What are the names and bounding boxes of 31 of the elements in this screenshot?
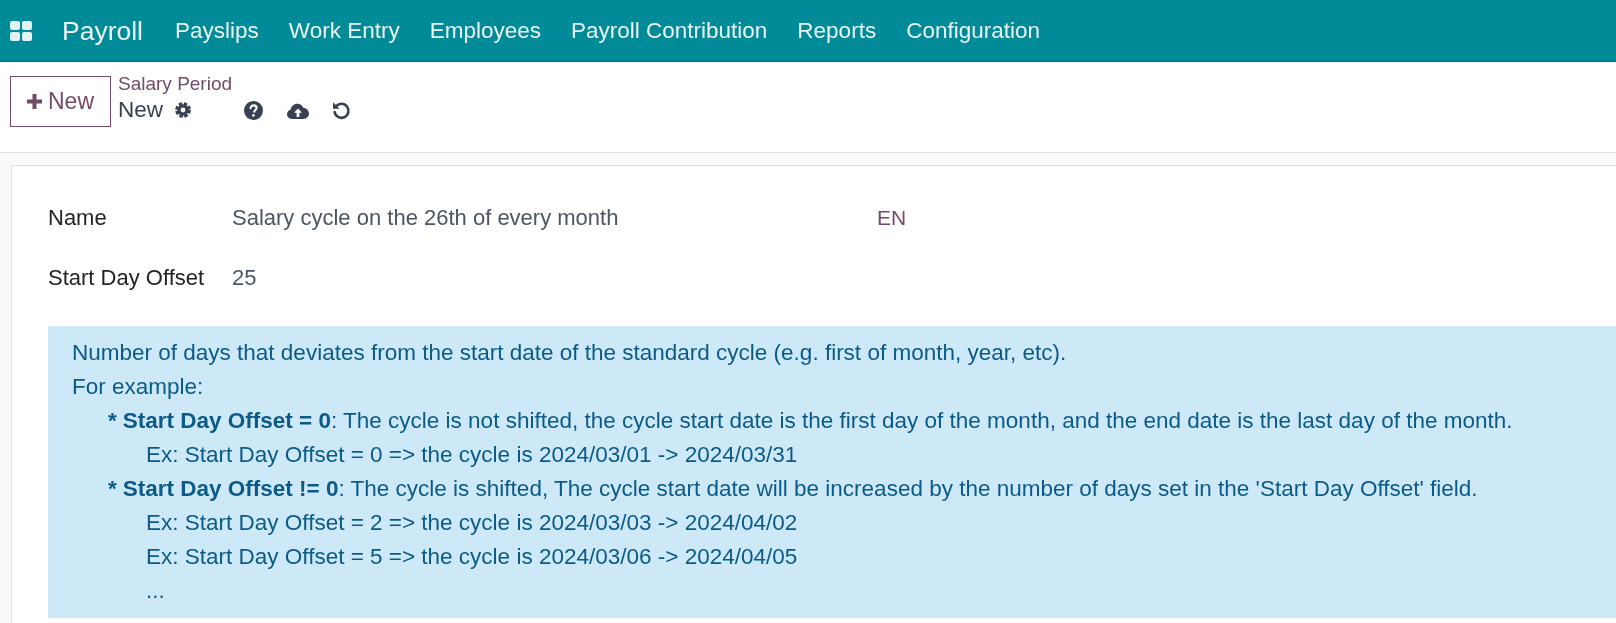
cloud-upload-icon[interactable]	[287, 101, 309, 119]
help-text: Start Day Offset = 0: The cycle is not shifted, the cycle start date is the first day of the month, and the end date is the last day of the month.	[122, 407, 1513, 435]
help-text: Number of days that deviates from the start date of the standard cycle (e.g. first of month, year, etc).	[72, 339, 1068, 367]
example-text: ...	[145, 577, 166, 605]
menu-item[interactable]: Employees	[414, 15, 556, 46]
settings-icon[interactable]	[174, 101, 192, 119]
example-text: Ex: Start Day Offset = 2 => the cycle is 2024/03/03 -> 2024/04/02	[145, 509, 799, 537]
app-grid-icon[interactable]	[10, 20, 32, 41]
menu-item[interactable]: Configuration	[891, 15, 1055, 46]
bullet-marker: *	[108, 407, 117, 435]
input-field[interactable]: 25	[232, 262, 268, 294]
new-button[interactable]: New	[10, 76, 111, 127]
help-icon[interactable]	[244, 100, 263, 120]
help-text: For example:	[72, 373, 205, 401]
app-name[interactable]: Payroll	[62, 14, 143, 47]
translate-button[interactable]: EN	[877, 204, 907, 232]
breadcrumb-link[interactable]: Salary Period	[118, 73, 233, 94]
menu-item[interactable]: Payslips	[160, 15, 274, 46]
bullet-marker: *	[108, 475, 117, 503]
example-text: Ex: Start Day Offset = 0 => the cycle is 2024/03/01 -> 2024/03/31	[145, 441, 799, 469]
menu-item[interactable]: Reports	[782, 15, 892, 46]
field-label: Name	[48, 204, 108, 232]
field-label: Start Day Offset	[48, 264, 206, 292]
input-field[interactable]: Salary cycle on the 26th of every month	[232, 202, 675, 234]
record-title: New	[118, 96, 163, 124]
menu-item[interactable]: Work Entry	[273, 15, 415, 46]
plus-icon	[27, 94, 42, 109]
example-text: Ex: Start Day Offset = 5 => the cycle is 2024/03/06 -> 2024/04/05	[145, 543, 799, 571]
help-text: Start Day Offset != 0: The cycle is shifted, The cycle start date will be increased by the number of days set in the 'Start Day Offset' field.	[122, 475, 1478, 503]
circular-arrow-icon[interactable]	[332, 100, 351, 120]
menu-item[interactable]: Payroll Contribution	[556, 15, 783, 46]
